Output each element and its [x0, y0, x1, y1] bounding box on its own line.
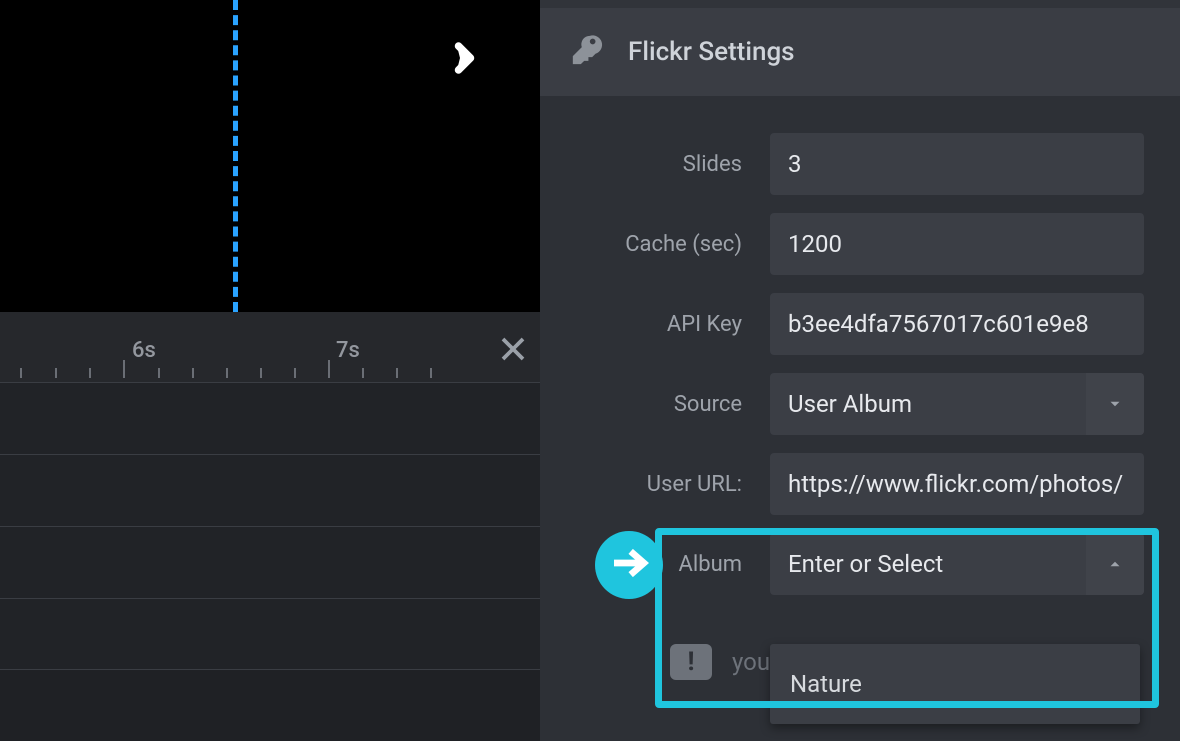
panel-title: Flickr Settings	[628, 37, 795, 67]
label-cache: Cache (sec)	[580, 232, 770, 257]
label-source: Source	[580, 392, 770, 417]
row-cache: Cache (sec) 1200	[580, 212, 1144, 276]
select-source[interactable]: User Album	[770, 373, 1144, 435]
track-row[interactable]	[0, 598, 540, 670]
close-icon	[498, 334, 528, 368]
timeline-ruler[interactable]: 6s 7s	[0, 312, 540, 382]
chevron-up-icon	[1086, 533, 1144, 595]
select-album[interactable]: Enter or Select	[770, 533, 1144, 595]
callout-badge	[595, 531, 663, 599]
input-cache[interactable]: 1200	[770, 213, 1144, 275]
input-slides[interactable]: 3	[770, 133, 1144, 195]
row-slides: Slides 3	[580, 132, 1144, 196]
chevron-down-icon	[1086, 373, 1144, 435]
select-source-value: User Album	[788, 390, 912, 418]
track-row[interactable]	[0, 382, 540, 454]
key-icon	[570, 33, 604, 71]
track-row[interactable]	[0, 526, 540, 598]
row-source: Source User Album	[580, 372, 1144, 436]
label-apikey: API Key	[580, 312, 770, 337]
label-userurl: User URL:	[580, 472, 770, 497]
panel-top-strip	[540, 0, 1180, 8]
tick-label: 6s	[132, 338, 156, 363]
label-slides: Slides	[580, 152, 770, 177]
album-dropdown[interactable]: Nature	[770, 644, 1140, 724]
track-row[interactable]	[0, 454, 540, 526]
close-timeline-button[interactable]	[496, 334, 530, 368]
input-apikey[interactable]: b3ee4dfa7567017c601e9e8	[770, 293, 1144, 355]
tick-label: 7s	[336, 338, 360, 363]
preview-viewport	[0, 0, 540, 312]
next-slide-button[interactable]	[445, 42, 481, 78]
warning-icon: !	[670, 644, 712, 680]
row-apikey: API Key b3ee4dfa7567017c601e9e8	[580, 292, 1144, 356]
album-option[interactable]: Nature	[770, 652, 1140, 716]
settings-form: Slides 3 Cache (sec) 1200 API Key b3ee4d…	[540, 96, 1180, 741]
select-album-placeholder: Enter or Select	[788, 550, 943, 578]
panel-header: Flickr Settings	[540, 8, 1180, 96]
settings-panel: Flickr Settings Slides 3 Cache (sec) 120…	[540, 0, 1180, 741]
arrow-right-icon	[609, 543, 649, 587]
input-userurl[interactable]: https://www.flickr.com/photos/	[770, 453, 1144, 515]
left-pane: 6s 7s	[0, 0, 540, 741]
chevron-right-icon	[445, 40, 481, 80]
timeline-tracks[interactable]	[0, 382, 540, 741]
row-album: Album Enter or Select	[580, 532, 1144, 596]
row-userurl: User URL: https://www.flickr.com/photos/	[580, 452, 1144, 516]
guide-line	[233, 0, 238, 312]
